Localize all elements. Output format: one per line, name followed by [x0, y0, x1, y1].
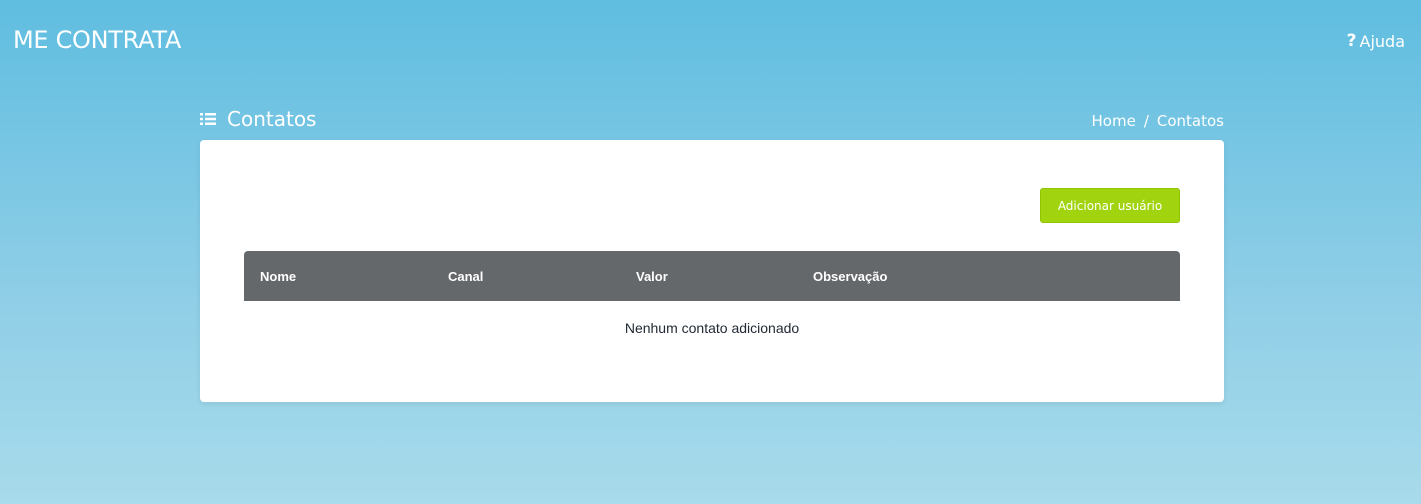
contacts-card: Adicionar usuário Nome Canal Valor Obser…: [200, 140, 1224, 402]
help-label: Ajuda: [1359, 31, 1406, 51]
breadcrumb-current: Contatos: [1156, 112, 1224, 130]
breadcrumb-separator: /: [1143, 112, 1149, 130]
empty-table-message: Nenhum contato adicionado: [624, 320, 800, 336]
column-header-canal[interactable]: Canal: [448, 269, 483, 284]
app-brand[interactable]: ME CONTRATA: [13, 26, 181, 54]
list-icon: [200, 113, 216, 125]
breadcrumb-home[interactable]: Home: [1092, 112, 1136, 130]
add-user-button[interactable]: Adicionar usuário: [1040, 188, 1180, 223]
page-title: Contatos: [200, 107, 316, 131]
page-header: Contatos Home / Contatos: [200, 107, 1224, 131]
table-header: Nome Canal Valor Observação: [244, 251, 1180, 301]
question-icon: ?: [1346, 31, 1357, 51]
page-title-text: Contatos: [227, 107, 317, 131]
column-header-observacao[interactable]: Observação: [813, 269, 887, 284]
help-link[interactable]: ? Ajuda: [1347, 31, 1405, 51]
column-header-nome[interactable]: Nome: [260, 269, 296, 284]
column-header-valor[interactable]: Valor: [636, 269, 668, 284]
breadcrumb: Home / Contatos: [1092, 112, 1224, 131]
